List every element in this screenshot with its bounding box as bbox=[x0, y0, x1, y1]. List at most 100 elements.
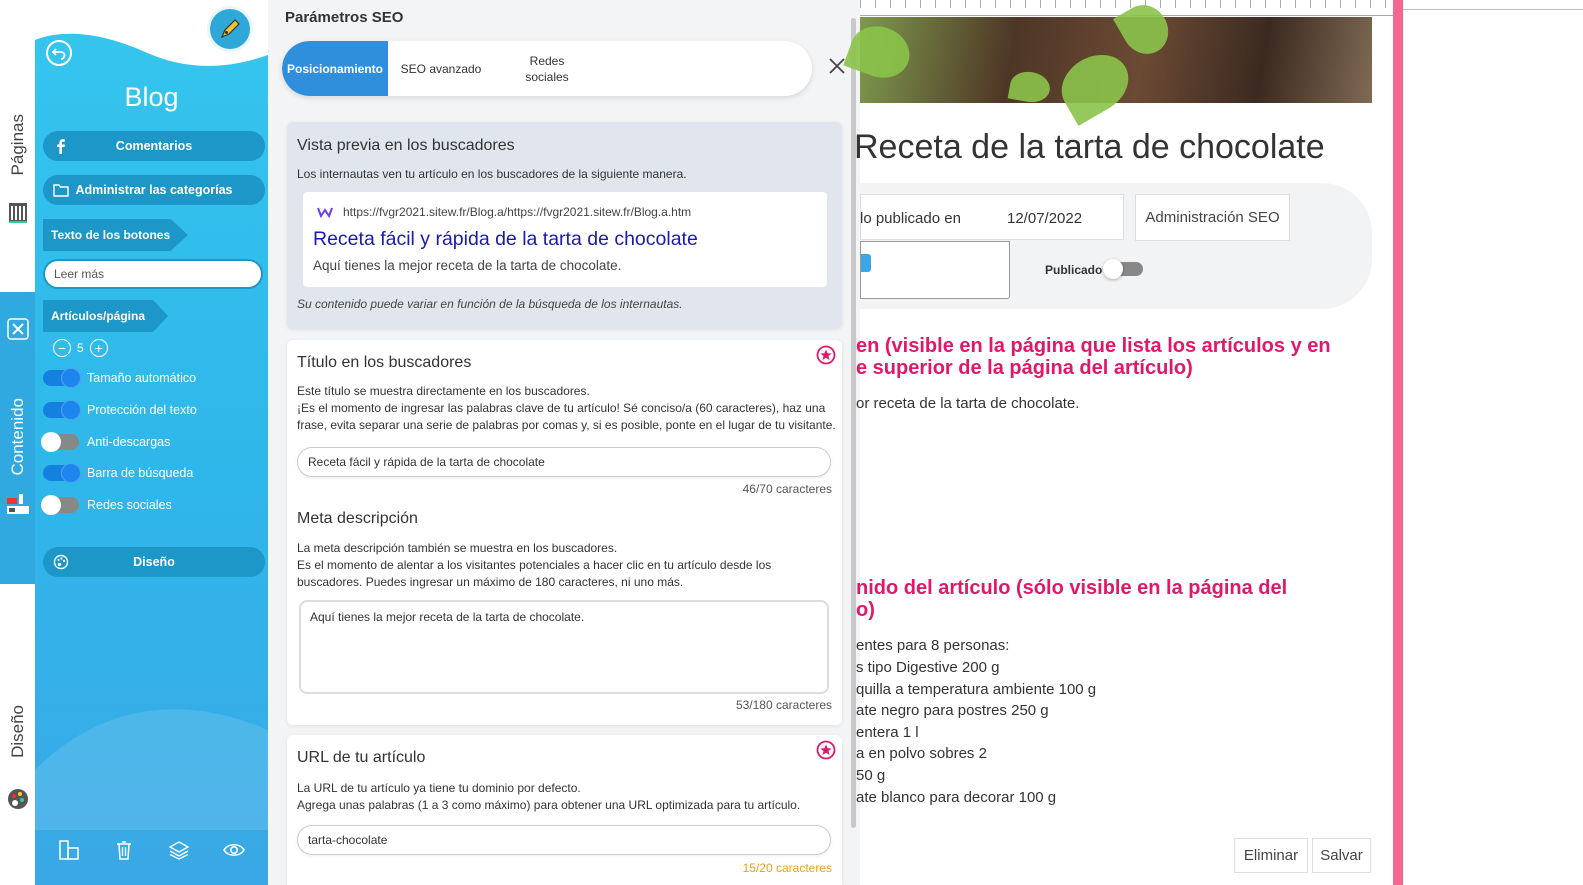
summary-heading-line-2: e superior de la página del artículo) bbox=[856, 357, 1193, 379]
tab-content-label: Contenido bbox=[7, 398, 27, 476]
sidebar-bottom-wave bbox=[35, 709, 268, 830]
search-result-preview: https://fvgr2021.sitew.fr/Blog.a/https:/… bbox=[303, 192, 827, 287]
content-line[interactable]: entes para 8 personas: bbox=[856, 635, 1009, 657]
undo-icon bbox=[52, 48, 66, 60]
close-icon[interactable] bbox=[7, 318, 29, 345]
meta-description-counter: 53/180 caracteres bbox=[735, 698, 832, 712]
preview-title: Receta fácil y rápida de la tarta de cho… bbox=[313, 228, 698, 250]
delete-button[interactable]: Eliminar bbox=[1234, 838, 1308, 873]
toggle-switch[interactable] bbox=[43, 463, 81, 483]
content-icon bbox=[6, 492, 30, 521]
meta-description-help-2: Es el momento de alentar a los visitante… bbox=[297, 558, 772, 572]
manage-categories-label: Administrar las categorías bbox=[75, 183, 233, 197]
star-icon[interactable] bbox=[816, 740, 836, 760]
meta-description-heading: Meta descripción bbox=[297, 510, 418, 527]
article-options-box[interactable] bbox=[860, 241, 1010, 299]
edit-button[interactable] bbox=[207, 6, 253, 52]
articles-per-page-value: 5 bbox=[77, 341, 84, 355]
articles-per-page-stepper: − 5 + bbox=[53, 339, 108, 357]
content-line[interactable]: 50 g bbox=[856, 765, 885, 787]
toggle-label: Anti-descargas bbox=[87, 435, 171, 449]
star-icon[interactable] bbox=[816, 345, 836, 365]
tab-design[interactable]: Diseño bbox=[0, 700, 35, 762]
content-line[interactable]: s tipo Digestive 200 g bbox=[856, 657, 999, 679]
article-title[interactable]: Receta de la tarta de chocolate bbox=[854, 128, 1325, 167]
article-url-input[interactable]: tarta-chocolate bbox=[297, 825, 831, 855]
content-line[interactable]: entera 1 l bbox=[856, 722, 919, 744]
tab-design-label: Diseño bbox=[7, 704, 27, 758]
trash-icon[interactable] bbox=[112, 838, 136, 862]
page-edge-bar bbox=[1393, 0, 1403, 885]
articles-per-page-tag: Artículos/página bbox=[43, 300, 168, 332]
read-more-input[interactable]: Leer más bbox=[43, 259, 263, 289]
content-line[interactable]: ate blanco para decorar 100 g bbox=[856, 787, 1056, 809]
seo-tabs: Posicionamiento SEO avanzado Redes socia… bbox=[282, 41, 812, 96]
search-title-help-2: ¡Es el momento de ingresar las palabras … bbox=[297, 401, 826, 415]
article-url-help-2: Agrega unas palabras (1 a 3 como máximo)… bbox=[297, 798, 801, 812]
search-title-help-3: frase, evita separar una serie de palabr… bbox=[297, 418, 836, 432]
sidebar-title: Blog bbox=[124, 82, 179, 112]
article-hero-image bbox=[843, 0, 1372, 126]
article-url-counter: 15/20 caracteres bbox=[742, 861, 832, 875]
search-title-input[interactable]: Receta fácil y rápida de la tarta de cho… bbox=[297, 447, 831, 477]
sitew-logo-icon bbox=[317, 207, 333, 218]
content-heading-line-1: nido del artículo (sólo visible en la pá… bbox=[856, 577, 1288, 599]
comments-button[interactable]: Comentarios bbox=[43, 131, 265, 161]
left-rail: Páginas Contenido Diseño bbox=[0, 0, 35, 885]
duplicate-icon[interactable] bbox=[57, 838, 81, 862]
seo-admin-button[interactable]: Administración SEO bbox=[1135, 194, 1290, 241]
content-line[interactable]: quilla a temperatura ambiente 100 g bbox=[856, 679, 1096, 701]
tab-pages[interactable]: Páginas bbox=[0, 105, 35, 185]
tab-social-networks[interactable]: Redes sociales bbox=[494, 41, 600, 96]
layers-icon[interactable] bbox=[167, 838, 191, 862]
article-url-heading: URL de tu artículo bbox=[297, 749, 426, 766]
toggle-text-protection[interactable]: Protección del texto bbox=[43, 400, 197, 420]
toggle-label: Redes sociales bbox=[87, 498, 172, 512]
published-on-label: lo publicado en bbox=[860, 210, 961, 227]
tab-pages-label: Páginas bbox=[7, 114, 27, 176]
toggle-switch[interactable] bbox=[43, 368, 81, 388]
preview-intro: Los internautas ven tu artículo en los b… bbox=[297, 167, 687, 181]
toggle-switch[interactable] bbox=[43, 400, 81, 420]
manage-categories-button[interactable]: Administrar las categorías bbox=[43, 175, 265, 205]
decrement-button[interactable]: − bbox=[53, 339, 71, 357]
publish-date-value: 12/07/2022 bbox=[1007, 210, 1083, 227]
search-title-heading: Título en los buscadores bbox=[297, 354, 472, 371]
toggle-label: Protección del texto bbox=[87, 403, 197, 417]
toggle-search-bar[interactable]: Barra de búsqueda bbox=[43, 463, 194, 483]
search-title-counter: 46/70 caracteres bbox=[742, 482, 832, 496]
meta-description-help-3: buscadores. Puedes ingresar un máximo de… bbox=[297, 575, 684, 589]
meta-description-textarea[interactable]: Aquí tienes la mejor receta de la tarta … bbox=[299, 600, 829, 694]
tab-advanced-seo[interactable]: SEO avanzado bbox=[388, 41, 494, 96]
save-button[interactable]: Salvar bbox=[1312, 838, 1371, 873]
palette-icon[interactable] bbox=[0, 786, 35, 812]
search-title-help-1: Este título se muestra directamente en l… bbox=[297, 384, 590, 398]
comments-label: Comentarios bbox=[115, 139, 193, 153]
published-label: Publicado bbox=[1045, 263, 1103, 277]
content-line[interactable]: a en polvo sobres 2 bbox=[856, 743, 987, 765]
toggle-auto-size[interactable]: Tamaño automático bbox=[43, 368, 196, 388]
toggle-label: Barra de búsqueda bbox=[87, 466, 194, 480]
content-line[interactable]: ate negro para postres 250 g bbox=[856, 700, 1049, 722]
design-label: Diseño bbox=[133, 555, 175, 569]
tab-content-label-wrap: Contenido bbox=[0, 392, 35, 482]
article-url-card: URL de tu artículo La URL de tu artículo… bbox=[287, 735, 842, 885]
toggle-switch[interactable] bbox=[41, 495, 79, 515]
toggle-switch[interactable] bbox=[41, 432, 79, 452]
back-button[interactable] bbox=[46, 40, 72, 66]
toggle-social-networks[interactable]: Redes sociales bbox=[41, 495, 172, 515]
tab-positioning[interactable]: Posicionamiento bbox=[282, 41, 388, 96]
preview-note: Su contenido puede variar en función de … bbox=[297, 297, 683, 311]
increment-button[interactable]: + bbox=[89, 339, 108, 357]
preview-description: Aquí tienes la mejor receta de la tarta … bbox=[313, 258, 622, 273]
tab-content[interactable]: Contenido bbox=[0, 292, 35, 584]
toggle-anti-download[interactable]: Anti-descargas bbox=[41, 432, 171, 452]
facebook-icon bbox=[57, 139, 65, 154]
article-page-preview: Receta de la tarta de chocolate lo publi… bbox=[843, 0, 1583, 885]
published-toggle[interactable] bbox=[1103, 259, 1143, 279]
folder-icon bbox=[53, 184, 69, 197]
eye-icon[interactable] bbox=[222, 838, 246, 862]
pages-icon[interactable] bbox=[0, 198, 35, 228]
summary-text[interactable]: or receta de la tarta de chocolate. bbox=[856, 393, 1079, 415]
design-button[interactable]: Diseño bbox=[43, 547, 265, 577]
